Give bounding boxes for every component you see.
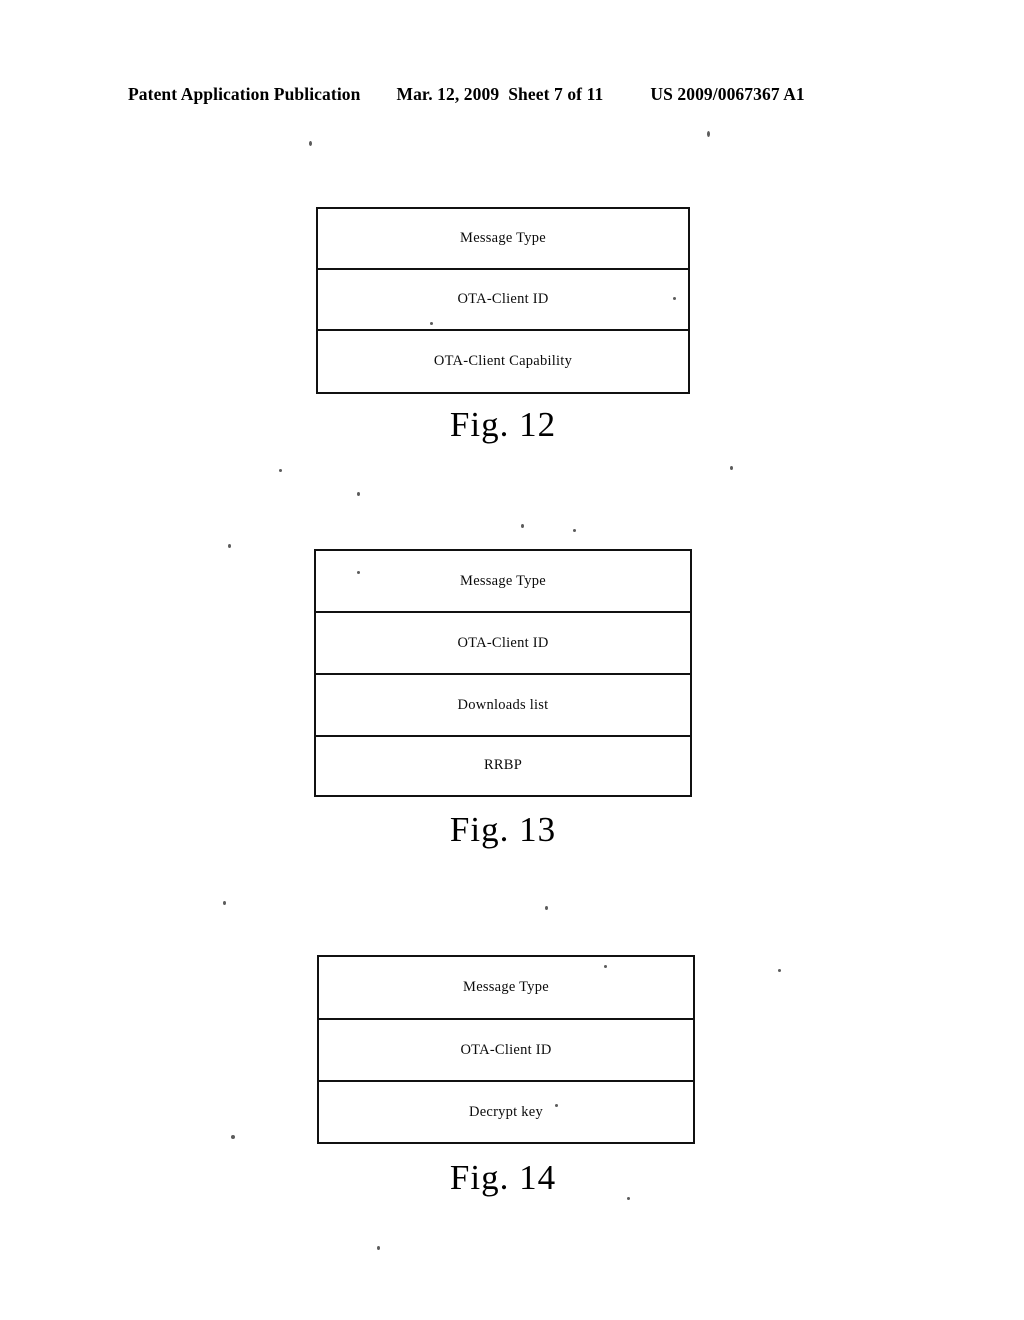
message-field-label: OTA-Client ID [457,291,549,307]
message-field-row: OTA-Client Capability [318,331,688,391]
message-field-row: Message Type [319,957,693,1020]
message-field-row: OTA-Client ID [318,270,688,331]
message-field-label: OTA-Client ID [457,634,549,651]
message-structure-box-fig12: Message Type OTA-Client ID OTA-Client Ca… [316,207,690,394]
patent-page: Patent Application Publication Mar. 12, … [0,0,1024,1320]
message-field-label: OTA-Client ID [460,1041,552,1058]
message-field-label: Message Type [460,230,546,246]
message-field-row: OTA-Client ID [316,613,690,675]
message-field-label: Message Type [460,572,546,589]
message-structure-box-fig14: Message Type OTA-Client ID Decrypt key [317,955,695,1144]
message-field-row: RRBP [316,737,690,794]
message-field-label: Downloads list [457,696,549,713]
message-field-label: Message Type [463,979,549,995]
message-field-row: Message Type [318,209,688,270]
figure-caption-12: Fig. 12 [449,405,557,444]
header-date-label: Mar. 12, 2009 [396,84,500,104]
message-field-label: RRBP [483,757,523,773]
page-header: Patent Application Publication Mar. 12, … [128,84,896,110]
message-field-row: OTA-Client ID [319,1020,693,1082]
header-sheet-label: Sheet 7 of 11 [508,84,604,104]
header-publication-label: Patent Application Publication [128,84,361,104]
message-field-row: Downloads list [316,675,690,737]
figure-caption-14: Fig. 14 [449,1158,557,1197]
header-patent-number: US 2009/0067367 A1 [650,84,805,104]
message-structure-box-fig13: Message Type OTA-Client ID Downloads lis… [314,549,692,797]
message-field-label: OTA-Client Capability [433,352,573,369]
figure-caption-13: Fig. 13 [449,810,557,849]
message-field-label: Decrypt key [468,1103,543,1120]
message-field-row: Decrypt key [319,1082,693,1142]
message-field-row: Message Type [316,551,690,613]
